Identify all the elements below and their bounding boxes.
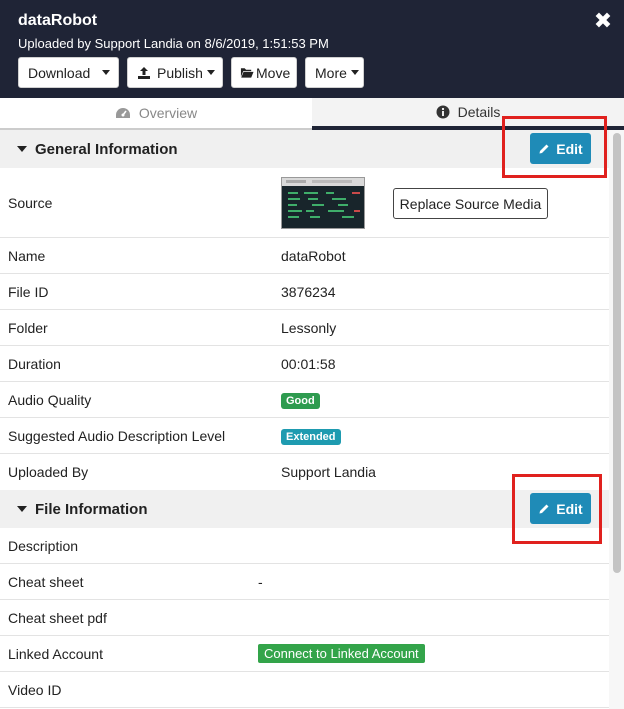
- replace-source-media-button[interactable]: Replace Source Media: [393, 188, 548, 219]
- edit-general-button[interactable]: Edit: [530, 133, 591, 164]
- chevron-down-icon: [102, 70, 110, 75]
- audio-quality-value: Good: [281, 391, 320, 409]
- pencil-icon: [538, 143, 550, 155]
- video-id-row: Video ID: [0, 672, 609, 708]
- cheat-sheet-label: Cheat sheet: [8, 573, 84, 590]
- linked-account-row: Linked Account Connect to Linked Account: [0, 636, 609, 672]
- name-value: dataRobot: [281, 247, 346, 264]
- tab-overview-label: Overview: [138, 105, 198, 121]
- linked-account-label: Linked Account: [8, 645, 103, 662]
- source-thumbnail[interactable]: [281, 177, 365, 229]
- tab-bar: Overview Details: [0, 98, 624, 130]
- section-title: General Information: [35, 140, 178, 158]
- folder-row: Folder Lessonly: [0, 310, 609, 346]
- folder-label: Folder: [8, 319, 48, 336]
- audio-quality-row: Audio Quality Good: [0, 382, 609, 418]
- scrollbar-thumb[interactable]: [613, 133, 621, 573]
- file-information-header[interactable]: File Information Edit: [0, 490, 609, 528]
- edit-label: Edit: [556, 500, 583, 517]
- file-id-label: File ID: [8, 283, 49, 300]
- cheat-sheet-pdf-label: Cheat sheet pdf: [8, 609, 107, 626]
- status-badge: Extended: [281, 428, 341, 445]
- info-icon: [436, 105, 450, 119]
- linked-account-value: Connect to Linked Account: [258, 644, 425, 663]
- tab-overview[interactable]: Overview: [0, 98, 312, 130]
- suggested-audio-description-label: Suggested Audio Description Level: [8, 427, 226, 444]
- uploaded-by-label: Uploaded By: [8, 464, 89, 480]
- suggested-audio-description-value: Extended: [281, 427, 341, 445]
- file-id-value: 3876234: [281, 283, 336, 300]
- move-button[interactable]: Move: [231, 57, 297, 88]
- close-icon[interactable]: ✖: [592, 10, 614, 32]
- pencil-icon: [538, 503, 550, 515]
- header-bar: dataRobot Uploaded by Support Landia on …: [0, 0, 624, 98]
- tab-details[interactable]: Details: [312, 98, 624, 130]
- upload-icon: [137, 66, 151, 80]
- duration-value: 00:01:58: [281, 355, 336, 372]
- edit-file-info-button[interactable]: Edit: [530, 493, 591, 524]
- toolbar: Download Publish Move More: [18, 57, 364, 88]
- uploaded-by-row: Uploaded By Support Landia: [0, 454, 609, 490]
- name-label: Name: [8, 247, 46, 264]
- dashboard-icon: [115, 107, 131, 119]
- publish-label: Publish: [157, 64, 203, 81]
- folder-value: Lessonly: [281, 319, 337, 336]
- edit-label: Edit: [556, 140, 583, 157]
- more-button[interactable]: More: [305, 57, 364, 88]
- caret-down-icon: [17, 506, 27, 512]
- description-label: Description: [8, 537, 79, 554]
- tab-details-label: Details: [457, 104, 501, 120]
- folder-open-icon: [240, 66, 254, 80]
- audio-quality-label: Audio Quality: [8, 391, 92, 408]
- download-button[interactable]: Download: [18, 57, 119, 88]
- connect-linked-account-button[interactable]: Connect to Linked Account: [258, 644, 425, 663]
- download-label: Download: [28, 64, 91, 81]
- caret-down-icon: [17, 146, 27, 152]
- file-id-row: File ID 3876234: [0, 274, 609, 310]
- details-panel: General Information Edit Source Replace …: [0, 130, 609, 709]
- status-badge: Good: [281, 392, 320, 409]
- source-label: Source: [8, 194, 53, 211]
- general-information-header[interactable]: General Information Edit: [0, 130, 609, 168]
- duration-label: Duration: [8, 355, 61, 372]
- media-title: dataRobot: [18, 12, 98, 29]
- publish-button[interactable]: Publish: [127, 57, 223, 88]
- chevron-down-icon: [350, 70, 359, 75]
- cheat-sheet-value: -: [258, 573, 263, 590]
- cheat-sheet-pdf-row: Cheat sheet pdf: [0, 600, 609, 636]
- chevron-down-icon: [206, 70, 215, 75]
- move-label: Move: [256, 64, 291, 81]
- source-row: Source Replace Source Media: [0, 168, 609, 238]
- section-title: File Information: [35, 500, 148, 518]
- upload-info: Uploaded by Support Landia on 8/6/2019, …: [18, 36, 329, 51]
- cheat-sheet-row: Cheat sheet -: [0, 564, 609, 600]
- uploaded-by-value: Support Landia: [281, 464, 376, 480]
- duration-row: Duration 00:01:58: [0, 346, 609, 382]
- description-row: Description: [0, 528, 609, 564]
- suggested-audio-description-row: Suggested Audio Description Level Extend…: [0, 418, 609, 454]
- more-label: More: [315, 64, 347, 81]
- name-row: Name dataRobot: [0, 238, 609, 274]
- video-id-label: Video ID: [8, 681, 62, 698]
